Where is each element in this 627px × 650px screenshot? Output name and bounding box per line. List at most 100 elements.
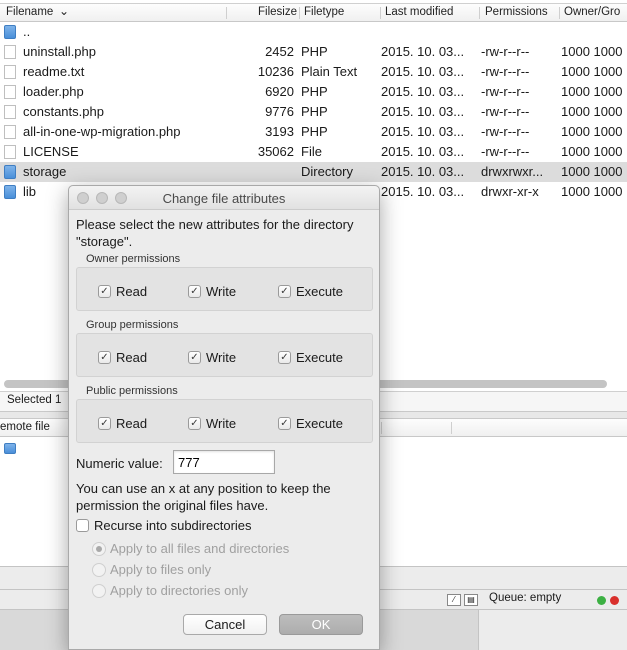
file-permissions: drwxr-xr-x bbox=[481, 184, 539, 199]
owner-permissions-label: Owner permissions bbox=[86, 253, 181, 265]
public-write-checkbox[interactable]: ✓ bbox=[188, 417, 201, 430]
file-owner: 1000 1000 bbox=[561, 104, 623, 119]
apply-files-radio[interactable] bbox=[92, 563, 106, 577]
column-last-modified[interactable]: Last modified bbox=[385, 6, 477, 18]
column-permissions[interactable]: Permissions bbox=[485, 6, 559, 18]
numeric-value-input[interactable] bbox=[173, 450, 275, 474]
group-read-checkbox[interactable]: ✓ bbox=[98, 351, 111, 364]
file-type: PHP bbox=[301, 104, 328, 119]
file-permissions: -rw-r--r-- bbox=[481, 104, 530, 119]
file-size: 35062 bbox=[257, 144, 294, 159]
dialog-titlebar[interactable]: Change file attributes bbox=[69, 186, 379, 210]
hint-line: permission the original files have. bbox=[76, 498, 269, 513]
file-size: 10236 bbox=[257, 64, 294, 79]
table-row[interactable]: LICENSE 35062 File 2015. 10. 03... -rw-r… bbox=[0, 142, 627, 162]
instruction-line: "storage". bbox=[76, 234, 133, 249]
file-icon bbox=[4, 145, 16, 159]
table-row[interactable]: uninstall.php 2452 PHP 2015. 10. 03... -… bbox=[0, 42, 627, 62]
file-icon bbox=[4, 65, 16, 79]
recurse-checkbox[interactable] bbox=[76, 519, 89, 532]
public-read-checkbox[interactable]: ✓ bbox=[98, 417, 111, 430]
table-row[interactable]: loader.php 6920 PHP 2015. 10. 03... -rw-… bbox=[0, 82, 627, 102]
apply-files-label: Apply to files only bbox=[110, 562, 212, 577]
selection-status-text: Selected 1 bbox=[7, 394, 62, 406]
column-filename[interactable]: Filename bbox=[6, 6, 66, 18]
owner-read-label: Read bbox=[116, 284, 148, 299]
table-row[interactable]: readme.txt 10236 Plain Text 2015. 10. 03… bbox=[0, 62, 627, 82]
chevron-down-icon[interactable]: ⌄ bbox=[59, 4, 69, 18]
instruction-line: Please select the new attributes for the… bbox=[76, 217, 354, 232]
file-owner: 1000 1000 bbox=[561, 184, 623, 199]
green-led-icon bbox=[597, 596, 606, 605]
file-modified: 2015. 10. 03... bbox=[381, 144, 465, 159]
table-row[interactable]: .. bbox=[0, 22, 627, 42]
numeric-hint: You can use an x at any position to keep… bbox=[76, 480, 376, 514]
table-row[interactable]: all-in-one-wp-migration.php 3193 PHP 201… bbox=[0, 122, 627, 142]
apply-directories-radio[interactable] bbox=[92, 584, 106, 598]
file-modified: 2015. 10. 03... bbox=[381, 44, 465, 59]
file-size: 6920 bbox=[265, 84, 294, 99]
group-execute-checkbox[interactable]: ✓ bbox=[278, 351, 291, 364]
owner-execute-checkbox[interactable]: ✓ bbox=[278, 285, 291, 298]
owner-read-checkbox[interactable]: ✓ bbox=[98, 285, 111, 298]
apply-all-label: Apply to all files and directories bbox=[110, 541, 290, 556]
file-permissions: -rw-r--r-- bbox=[481, 144, 530, 159]
folder-icon bbox=[4, 185, 16, 199]
group-permissions-group: ✓ Read ✓ Write ✓ Execute bbox=[76, 333, 373, 377]
file-modified: 2015. 10. 03... bbox=[381, 84, 465, 99]
owner-write-checkbox[interactable]: ✓ bbox=[188, 285, 201, 298]
group-permissions-label: Group permissions bbox=[86, 319, 179, 331]
group-write-checkbox[interactable]: ✓ bbox=[188, 351, 201, 364]
file-owner: 1000 1000 bbox=[561, 84, 623, 99]
apply-all-radio[interactable] bbox=[92, 542, 106, 556]
owner-execute-label: Execute bbox=[296, 284, 343, 299]
column-filetype[interactable]: Filetype bbox=[304, 6, 376, 18]
owner-permissions-group: ✓ Read ✓ Write ✓ Execute bbox=[76, 267, 373, 311]
owner-write-label: Write bbox=[206, 284, 237, 299]
file-icon bbox=[4, 125, 16, 139]
file-owner: 1000 1000 bbox=[561, 64, 623, 79]
group-write-label: Write bbox=[206, 350, 237, 365]
change-file-attributes-dialog: Change file attributes Please select the… bbox=[68, 185, 380, 650]
side-pane bbox=[478, 610, 627, 650]
numeric-value-label: Numeric value: bbox=[76, 456, 163, 471]
public-execute-label: Execute bbox=[296, 416, 343, 431]
public-execute-checkbox[interactable]: ✓ bbox=[278, 417, 291, 430]
file-size: 9776 bbox=[265, 104, 294, 119]
ok-button[interactable]: OK bbox=[279, 614, 363, 635]
public-permissions-label: Public permissions bbox=[86, 385, 178, 397]
file-permissions: -rw-r--r-- bbox=[481, 84, 530, 99]
file-type: Plain Text bbox=[301, 64, 358, 79]
table-row[interactable]: constants.php 9776 PHP 2015. 10. 03... -… bbox=[0, 102, 627, 122]
queue-icon[interactable]: ▤ bbox=[464, 594, 478, 606]
file-type: PHP bbox=[301, 44, 328, 59]
folder-icon bbox=[4, 443, 16, 454]
file-name: all-in-one-wp-migration.php bbox=[23, 124, 181, 139]
file-type: File bbox=[301, 144, 322, 159]
public-read-label: Read bbox=[116, 416, 148, 431]
hint-line: You can use an x at any position to keep… bbox=[76, 481, 331, 496]
file-owner: 1000 1000 bbox=[561, 164, 623, 179]
group-execute-label: Execute bbox=[296, 350, 343, 365]
column-owner-group[interactable]: Owner/Gro bbox=[564, 6, 627, 18]
file-permissions: -rw-r--r-- bbox=[481, 124, 530, 139]
file-name: LICENSE bbox=[23, 144, 79, 159]
folder-icon bbox=[4, 25, 16, 39]
file-modified: 2015. 10. 03... bbox=[381, 184, 465, 199]
table-row-selected[interactable]: storage Directory 2015. 10. 03... drwxrw… bbox=[0, 162, 627, 182]
column-remote-file[interactable]: emote file bbox=[0, 421, 50, 433]
queue-status: Queue: empty bbox=[489, 592, 562, 604]
file-type: PHP bbox=[301, 84, 328, 99]
file-icon bbox=[4, 45, 16, 59]
column-header-bar: Filename ⌄ Filesize Filetype Last modifi… bbox=[0, 3, 627, 22]
lock-icon[interactable]: ⁄ bbox=[447, 594, 461, 606]
column-filesize[interactable]: Filesize bbox=[255, 6, 297, 18]
file-name: storage bbox=[23, 164, 67, 179]
public-permissions-group: ✓ Read ✓ Write ✓ Execute bbox=[76, 399, 373, 443]
file-modified: 2015. 10. 03... bbox=[381, 164, 465, 179]
file-name: uninstall.php bbox=[23, 44, 96, 59]
file-owner: 1000 1000 bbox=[561, 44, 623, 59]
file-size: 2452 bbox=[265, 44, 294, 59]
cancel-button[interactable]: Cancel bbox=[183, 614, 267, 635]
apply-directories-label: Apply to directories only bbox=[110, 583, 249, 598]
